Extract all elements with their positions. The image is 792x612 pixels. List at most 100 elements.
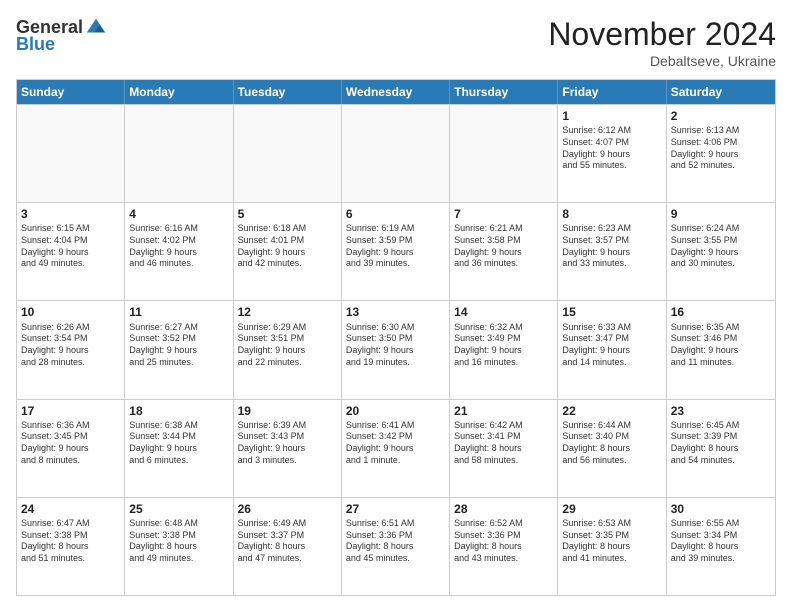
cell-info: Sunrise: 6:19 AM Sunset: 3:59 PM Dayligh… — [346, 223, 445, 270]
cell-info: Sunrise: 6:23 AM Sunset: 3:57 PM Dayligh… — [562, 223, 661, 270]
cell-info: Sunrise: 6:48 AM Sunset: 3:38 PM Dayligh… — [129, 518, 228, 565]
calendar-body: 1Sunrise: 6:12 AM Sunset: 4:07 PM Daylig… — [17, 104, 775, 595]
header-saturday: Saturday — [667, 80, 775, 104]
logo-blue: Blue — [16, 34, 55, 55]
cell-info: Sunrise: 6:33 AM Sunset: 3:47 PM Dayligh… — [562, 322, 661, 369]
title-block: November 2024 Debaltseve, Ukraine — [548, 16, 776, 69]
day-number: 13 — [346, 304, 445, 320]
day-number: 6 — [346, 206, 445, 222]
cell-info: Sunrise: 6:36 AM Sunset: 3:45 PM Dayligh… — [21, 420, 120, 467]
cell-info: Sunrise: 6:55 AM Sunset: 3:34 PM Dayligh… — [671, 518, 771, 565]
day-number: 30 — [671, 501, 771, 517]
cal-cell-r2-c3: 13 Sunrise: 6:30 AM Sunset: 3:50 PM Dayli… — [342, 301, 450, 398]
day-number: 26 — [238, 501, 337, 517]
cell-info: Sunrise: 6:42 AM Sunset: 3:41 PM Dayligh… — [454, 420, 553, 467]
cal-cell-r3-c1: 18Sunrise: 6:38 AM Sunset: 3:44 PM Dayli… — [125, 400, 233, 497]
day-number: 2 — [671, 108, 771, 124]
cal-cell-r3-c3: 20Sunrise: 6:41 AM Sunset: 3:42 PM Dayli… — [342, 400, 450, 497]
cell-info: Sunrise: 6:18 AM Sunset: 4:01 PM Dayligh… — [238, 223, 337, 270]
cal-cell-r4-c1: 25Sunrise: 6:48 AM Sunset: 3:38 PM Dayli… — [125, 498, 233, 595]
cal-cell-r4-c0: 24Sunrise: 6:47 AM Sunset: 3:38 PM Dayli… — [17, 498, 125, 595]
cal-cell-r4-c6: 30Sunrise: 6:55 AM Sunset: 3:34 PM Dayli… — [667, 498, 775, 595]
cal-row-0: 1Sunrise: 6:12 AM Sunset: 4:07 PM Daylig… — [17, 104, 775, 202]
day-number: 11 — [129, 304, 228, 320]
cell-info: Sunrise: 6:13 AM Sunset: 4:06 PM Dayligh… — [671, 125, 771, 172]
day-number: 19 — [238, 403, 337, 419]
cell-info: Sunrise: 6:16 AM Sunset: 4:02 PM Dayligh… — [129, 223, 228, 270]
cell-info: Sunrise: 6:27 AM Sunset: 3:52 PM Dayligh… — [129, 322, 228, 369]
cal-cell-r4-c5: 29Sunrise: 6:53 AM Sunset: 3:35 PM Dayli… — [558, 498, 666, 595]
cal-cell-r2-c5: 15 Sunrise: 6:33 AM Sunset: 3:47 PM Dayli… — [558, 301, 666, 398]
cal-cell-r1-c6: 9Sunrise: 6:24 AM Sunset: 3:55 PM Daylig… — [667, 203, 775, 300]
cell-info: Sunrise: 6:29 AM Sunset: 3:51 PM Dayligh… — [238, 322, 337, 369]
cal-cell-r0-c0 — [17, 105, 125, 202]
header-tuesday: Tuesday — [234, 80, 342, 104]
cal-cell-r1-c5: 8Sunrise: 6:23 AM Sunset: 3:57 PM Daylig… — [558, 203, 666, 300]
cell-info: Sunrise: 6:52 AM Sunset: 3:36 PM Dayligh… — [454, 518, 553, 565]
cal-cell-r0-c6: 2Sunrise: 6:13 AM Sunset: 4:06 PM Daylig… — [667, 105, 775, 202]
cell-info: Sunrise: 6:45 AM Sunset: 3:39 PM Dayligh… — [671, 420, 771, 467]
day-number: 29 — [562, 501, 661, 517]
cal-cell-r0-c1 — [125, 105, 233, 202]
day-number: 28 — [454, 501, 553, 517]
cell-info: Sunrise: 6:26 AM Sunset: 3:54 PM Dayligh… — [21, 322, 120, 369]
day-number: 22 — [562, 403, 661, 419]
day-number: 25 — [129, 501, 228, 517]
cal-cell-r0-c3 — [342, 105, 450, 202]
cell-info: Sunrise: 6:32 AM Sunset: 3:49 PM Dayligh… — [454, 322, 553, 369]
page: General Blue November 2024 Debaltseve, U… — [0, 0, 792, 612]
day-number: 5 — [238, 206, 337, 222]
cell-info: Sunrise: 6:12 AM Sunset: 4:07 PM Dayligh… — [562, 125, 661, 172]
cal-cell-r0-c2 — [234, 105, 342, 202]
cal-cell-r1-c1: 4Sunrise: 6:16 AM Sunset: 4:02 PM Daylig… — [125, 203, 233, 300]
day-number: 18 — [129, 403, 228, 419]
day-number: 9 — [671, 206, 771, 222]
month-title: November 2024 — [548, 16, 776, 53]
day-number: 14 — [454, 304, 553, 320]
cell-info: Sunrise: 6:35 AM Sunset: 3:46 PM Dayligh… — [671, 322, 771, 369]
day-number: 7 — [454, 206, 553, 222]
cal-cell-r2-c0: 10 Sunrise: 6:26 AM Sunset: 3:54 PM Dayli… — [17, 301, 125, 398]
day-number: 16 — [671, 304, 771, 320]
day-number: 10 — [21, 304, 120, 320]
cal-cell-r0-c5: 1Sunrise: 6:12 AM Sunset: 4:07 PM Daylig… — [558, 105, 666, 202]
cal-cell-r2-c1: 11 Sunrise: 6:27 AM Sunset: 3:52 PM Dayli… — [125, 301, 233, 398]
day-number: 21 — [454, 403, 553, 419]
location: Debaltseve, Ukraine — [548, 53, 776, 69]
day-number: 17 — [21, 403, 120, 419]
day-number: 27 — [346, 501, 445, 517]
day-number: 15 — [562, 304, 661, 320]
cal-cell-r2-c2: 12 Sunrise: 6:29 AM Sunset: 3:51 PM Dayli… — [234, 301, 342, 398]
header: General Blue November 2024 Debaltseve, U… — [16, 16, 776, 69]
cal-cell-r2-c4: 14 Sunrise: 6:32 AM Sunset: 3:49 PM Dayli… — [450, 301, 558, 398]
day-number: 1 — [562, 108, 661, 124]
cal-cell-r4-c4: 28Sunrise: 6:52 AM Sunset: 3:36 PM Dayli… — [450, 498, 558, 595]
header-wednesday: Wednesday — [342, 80, 450, 104]
cal-cell-r1-c3: 6Sunrise: 6:19 AM Sunset: 3:59 PM Daylig… — [342, 203, 450, 300]
cal-cell-r4-c2: 26Sunrise: 6:49 AM Sunset: 3:37 PM Dayli… — [234, 498, 342, 595]
logo-icon — [85, 16, 107, 38]
day-number: 12 — [238, 304, 337, 320]
cal-row-4: 24Sunrise: 6:47 AM Sunset: 3:38 PM Dayli… — [17, 497, 775, 595]
cell-info: Sunrise: 6:53 AM Sunset: 3:35 PM Dayligh… — [562, 518, 661, 565]
logo: General Blue — [16, 16, 107, 55]
day-number: 8 — [562, 206, 661, 222]
cell-info: Sunrise: 6:49 AM Sunset: 3:37 PM Dayligh… — [238, 518, 337, 565]
cell-info: Sunrise: 6:30 AM Sunset: 3:50 PM Dayligh… — [346, 322, 445, 369]
cell-info: Sunrise: 6:38 AM Sunset: 3:44 PM Dayligh… — [129, 420, 228, 467]
cell-info: Sunrise: 6:51 AM Sunset: 3:36 PM Dayligh… — [346, 518, 445, 565]
header-sunday: Sunday — [17, 80, 125, 104]
header-friday: Friday — [558, 80, 666, 104]
day-number: 4 — [129, 206, 228, 222]
cal-cell-r4-c3: 27Sunrise: 6:51 AM Sunset: 3:36 PM Dayli… — [342, 498, 450, 595]
calendar: Sunday Monday Tuesday Wednesday Thursday… — [16, 79, 776, 596]
header-thursday: Thursday — [450, 80, 558, 104]
day-number: 3 — [21, 206, 120, 222]
cal-row-2: 10 Sunrise: 6:26 AM Sunset: 3:54 PM Dayli… — [17, 300, 775, 398]
day-number: 20 — [346, 403, 445, 419]
cal-row-3: 17Sunrise: 6:36 AM Sunset: 3:45 PM Dayli… — [17, 399, 775, 497]
cell-info: Sunrise: 6:47 AM Sunset: 3:38 PM Dayligh… — [21, 518, 120, 565]
cal-row-1: 3Sunrise: 6:15 AM Sunset: 4:04 PM Daylig… — [17, 202, 775, 300]
cell-info: Sunrise: 6:24 AM Sunset: 3:55 PM Dayligh… — [671, 223, 771, 270]
cal-cell-r3-c5: 22Sunrise: 6:44 AM Sunset: 3:40 PM Dayli… — [558, 400, 666, 497]
